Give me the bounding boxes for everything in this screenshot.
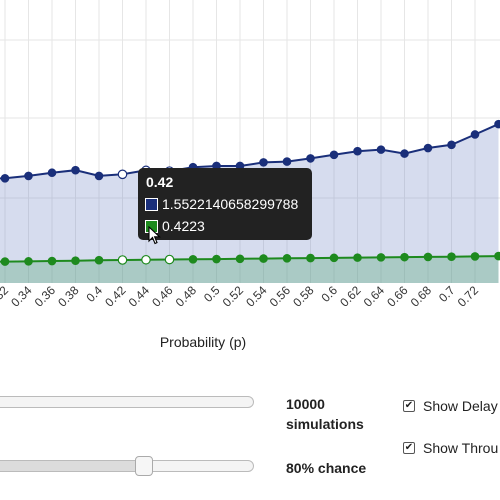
checkbox-checked-icon[interactable]: ✔ [403,442,415,454]
series-2-point [470,252,480,261]
series-2-point [376,253,386,262]
chance-slider-handle[interactable] [135,456,154,476]
series-1-point [282,157,292,166]
x-tick-label: 0.6 [318,283,340,305]
series-2-point [0,257,10,266]
series-1-point [353,146,362,156]
chance-slider-fill [0,461,145,471]
series-1-point [259,158,268,167]
series-1-point [24,171,33,181]
series-2-point [282,254,292,263]
chance-label: 80% chance [286,460,367,476]
x-tick-label: 0.5 [201,283,223,305]
x-tick-label: 0.62 [337,283,364,310]
series-2-point [447,252,456,261]
series-2-point [47,256,57,266]
x-tick-label: 0.68 [408,283,435,310]
probability-chart: 0.320.340.360.38 0.40.420.440.460.48 0.50.… [0,0,500,310]
tooltip-series2-value: 0.4223 [162,218,205,234]
series-2-point [24,257,33,266]
series-1-point [0,174,10,183]
series-1-point [376,145,386,154]
series-2-point [329,253,339,263]
tooltip-series1-value: 1.5522140658299788 [162,196,299,212]
x-tick-label: 0.48 [173,283,200,310]
series-2-point [141,254,151,265]
simulations-label: 10000 simulations [286,394,364,434]
x-tick-label: 0.64 [361,283,388,310]
series-1-point [94,171,104,181]
x-tick-label: 0.66 [384,283,411,310]
tooltip-row-series1: 1.5522140658299788 [145,196,298,212]
tooltip-title: 0.42 [146,174,174,190]
series-1-point [423,143,433,153]
series-1-point [470,130,480,139]
x-tick-label: 0.44 [126,283,153,310]
series-2-point [212,254,221,264]
simulations-count: 10000 [286,396,325,412]
x-axis-title: Probability (p) [159,334,247,350]
series-1-point [306,154,315,163]
series-2-point [188,254,198,264]
series-1-point [494,119,500,129]
chance-slider[interactable] [0,456,254,476]
chart-tooltip: 0.42 1.5522140658299788 0.4223 [138,168,312,240]
simulations-slider[interactable] [0,396,254,408]
series-2-point [235,254,245,264]
x-tick-label: 0.72 [455,283,482,310]
x-tick-label: 0.36 [32,283,59,310]
series-1-point [71,165,80,175]
x-tick-label: 0.7 [436,283,458,305]
x-tick-label: 0.56 [267,283,294,310]
x-tick-label: 0.58 [290,283,317,310]
series-2-point [164,254,175,265]
series1-swatch-icon [145,197,158,211]
checkbox-checked-icon[interactable]: ✔ [403,400,415,412]
series-2-point [423,252,433,262]
series-1-point [47,168,57,178]
series-1-point [117,169,128,180]
series-1-point [400,149,409,158]
series-2-point [306,253,315,263]
series-2-point [117,255,128,265]
series-2-point [400,252,409,262]
show-throughput-label: Show Throu [423,440,499,456]
show-delay-toggle[interactable]: ✔ Show Delay [403,398,498,414]
show-throughput-toggle[interactable]: ✔ Show Throu [403,440,498,456]
simulations-word: simulations [286,416,364,432]
series-2-point [353,253,362,262]
x-tick-label: 0.38 [55,283,82,310]
x-tick-label: 0.32 [0,283,11,310]
series-2-point [94,255,104,265]
mouse-pointer-icon [148,226,161,245]
x-tick-label: 0.52 [220,283,247,310]
x-tick-label: 0.4 [83,283,105,305]
series-2-point [494,251,500,261]
x-tick-label: 0.34 [8,283,35,310]
x-tick-label: 0.42 [102,283,129,310]
series-1-point [447,140,456,150]
show-delay-label: Show Delay [423,398,498,414]
x-tick-label: 0.54 [243,283,270,310]
series-2-point [259,254,268,263]
x-tick-label: 0.46 [149,283,176,310]
x-tick-labels: 0.320.340.360.38 0.40.420.440.460.48 0.50.… [0,283,481,310]
series-2-point [71,256,80,266]
series-1-point [329,150,339,160]
